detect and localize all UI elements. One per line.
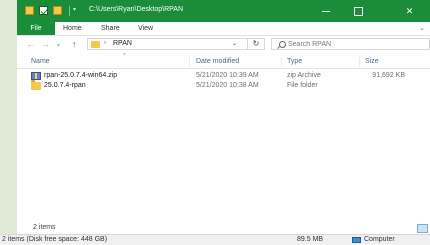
address-dropdown-icon[interactable]: ⌄ (232, 40, 237, 47)
forward-button[interactable]: → (41, 39, 50, 49)
address-bar[interactable]: › RPAN ⌄ (87, 38, 248, 50)
tab-file[interactable]: File (17, 22, 55, 35)
breadcrumb[interactable]: RPAN (113, 40, 132, 47)
large-icons-view-icon[interactable] (417, 224, 428, 233)
column-header-size[interactable]: Size (365, 58, 379, 65)
column-divider[interactable] (359, 57, 360, 67)
expand-ribbon-icon[interactable]: ⌄ (419, 24, 425, 32)
zip-archive-icon (31, 72, 41, 80)
file-date-modified: 5/21/2020 10:38 AM (196, 82, 259, 89)
customize-quick-access-icon[interactable]: ▾ (73, 6, 76, 13)
file-name[interactable]: 25.0.7.4-rpan (44, 82, 86, 89)
breadcrumb-separator-icon[interactable]: › (104, 40, 106, 46)
ribbon-tabs: File Home Share View ⌄ (17, 22, 430, 36)
column-divider[interactable] (189, 57, 190, 67)
file-date-modified: 5/21/2020 10:39 AM (196, 72, 259, 79)
minimize-icon (322, 11, 330, 13)
window-title: C:\Users\Ryan\Desktop\RPAN (89, 6, 184, 13)
file-type: zip Archive (287, 72, 321, 79)
column-headers: ^ Name Date modified Type Size (17, 53, 430, 69)
column-header-name[interactable]: Name (31, 58, 50, 65)
file-name[interactable]: rpan-25.0.7.4-win64.zip (44, 72, 117, 79)
tab-share[interactable]: Share (101, 22, 120, 35)
computer-icon (352, 237, 361, 243)
back-button[interactable]: ← (26, 39, 35, 49)
file-size: 91,692 KB (372, 72, 405, 79)
location-label: Computer (364, 236, 395, 243)
column-header-type[interactable]: Type (287, 58, 302, 65)
file-type: File folder (287, 82, 318, 89)
column-header-date-modified[interactable]: Date modified (196, 58, 239, 65)
properties-icon[interactable] (39, 6, 48, 15)
details-bar: 2 items (Disk free space: 448 GB) 89.5 M… (0, 234, 430, 245)
tab-home[interactable]: Home (63, 22, 82, 35)
file-row[interactable]: 25.0.7.4-rpan 5/21/2020 10:38 AM File fo… (17, 80, 430, 92)
new-folder-icon[interactable] (53, 6, 62, 15)
maximize-icon (353, 7, 363, 17)
disk-info: 2 items (Disk free space: 448 GB) (2, 236, 108, 243)
folder-icon[interactable] (25, 6, 34, 15)
sort-ascending-icon: ^ (123, 53, 126, 59)
tab-view[interactable]: View (138, 22, 153, 35)
item-count: 2 items (33, 224, 56, 231)
maximize-button[interactable] (343, 0, 373, 22)
up-button[interactable]: ↑ (72, 39, 77, 49)
divider (69, 6, 70, 16)
refresh-button[interactable]: ↻ (248, 38, 265, 50)
explorer-window: ▾ C:\Users\Ryan\Desktop\RPAN ✕ File Home… (17, 0, 430, 244)
search-box[interactable] (271, 38, 430, 50)
folder-icon (31, 80, 41, 90)
folder-icon (91, 41, 100, 48)
title-bar: ▾ C:\Users\Ryan\Desktop\RPAN ✕ (17, 0, 430, 22)
recent-locations-icon[interactable]: ▾ (57, 41, 60, 51)
minimize-button[interactable] (311, 0, 341, 22)
navigation-bar: ← → ▾ ↑ › RPAN ⌄ ↻ (17, 36, 430, 53)
search-input[interactable] (288, 40, 428, 49)
close-button[interactable]: ✕ (389, 0, 430, 22)
total-size: 89.5 MB (297, 236, 324, 243)
column-divider[interactable] (281, 57, 282, 67)
search-icon (279, 41, 286, 48)
status-bar: 2 items (17, 222, 430, 234)
